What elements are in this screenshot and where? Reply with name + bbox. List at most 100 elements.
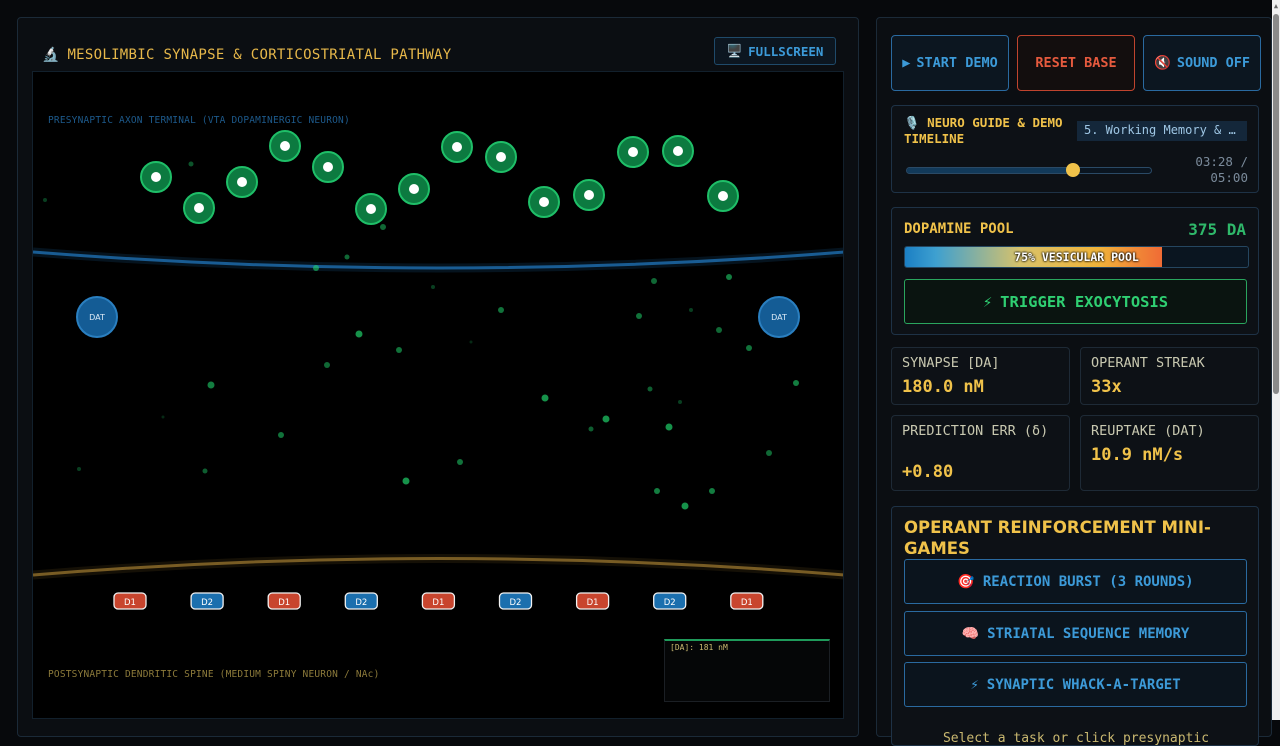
dopamine-particle (636, 313, 642, 319)
start-demo-label: START DEMO (916, 54, 998, 71)
dopamine-particle (665, 423, 673, 431)
trigger-exocytosis-button[interactable]: ⚡ TRIGGER EXOCYTOSIS (904, 279, 1247, 324)
stat-synapse-da: SYNAPSE [DA] 180.0 nM (891, 347, 1070, 405)
vesicle (528, 186, 560, 218)
dopamine-particle (469, 340, 473, 344)
postsynaptic-membrane-glow (33, 554, 843, 580)
concentration-readout: [DA]: 181 nM (664, 639, 830, 702)
whack-a-target-button[interactable]: ⚡ SYNAPTIC WHACK-A-TARGET (904, 662, 1247, 707)
sound-label: SOUND OFF (1176, 54, 1250, 71)
guide-card: 🎙️ NEURO GUIDE & DEMO TIMELINE 5. Workin… (891, 105, 1259, 193)
guide-title: 🎙️ NEURO GUIDE & DEMO TIMELINE (904, 115, 1063, 147)
scroll-up-arrow[interactable]: ▲ (1272, 0, 1280, 12)
page-scrollbar[interactable]: ▲ (1272, 0, 1280, 720)
stat-label: REUPTAKE (DAT) (1091, 423, 1205, 439)
vesicle (707, 180, 739, 212)
reset-base-label: RESET BASE (1035, 54, 1117, 71)
dopamine-particle (654, 488, 660, 494)
dopamine-particle (278, 432, 284, 438)
dopamine-particle (396, 347, 402, 353)
timeline-progress (907, 168, 1073, 173)
game-label: SYNAPTIC WHACK-A-TARGET (986, 676, 1181, 693)
lightning-icon: ⚡ (970, 676, 979, 693)
fullscreen-button[interactable]: 🖥️ FULLSCREEN (714, 37, 836, 65)
vesicle (140, 161, 172, 193)
stat-value: 180.0 nM (902, 377, 984, 397)
dopamine-particle (766, 450, 772, 456)
timeline-thumb[interactable] (1065, 163, 1080, 177)
receptor-d2: D2 (344, 592, 378, 610)
dopamine-particles (43, 161, 799, 510)
top-controls: ▶ START DEMO RESET BASE 🔇 SOUND OFF (891, 35, 1261, 91)
reset-base-button[interactable]: RESET BASE (1017, 35, 1135, 91)
readout-text: [DA]: 181 nM (670, 643, 728, 652)
dat-transporter: DAT (76, 296, 118, 338)
timeline-slider[interactable] (906, 163, 1152, 177)
dopamine-particle (498, 307, 504, 313)
reaction-burst-button[interactable]: 🎯 REACTION BURST (3 ROUNDS) (904, 559, 1247, 604)
dopamine-particle (324, 362, 330, 368)
dopamine-particle (746, 345, 752, 351)
dat-label: DAT (89, 313, 105, 322)
stat-value: +0.80 (902, 462, 954, 482)
receptor-label: D1 (432, 598, 444, 608)
dopamine-transporters: DAT DAT (76, 296, 800, 338)
microphone-icon: 🎙️ (904, 115, 920, 130)
dopamine-particle (726, 274, 732, 280)
presynaptic-label: PRESYNAPTIC AXON TERMINAL (VTA DOPAMINER… (48, 115, 350, 126)
receptor-d2: D2 (653, 592, 687, 610)
dopamine-particle (207, 381, 215, 389)
receptor-label: D2 (664, 598, 676, 608)
start-demo-button[interactable]: ▶ START DEMO (891, 35, 1009, 91)
stat-operant-streak: OPERANT STREAK 33x (1080, 347, 1259, 405)
monitor-icon: 🖥️ (726, 43, 743, 58)
dopamine-particle (651, 278, 657, 284)
dopamine-particle (541, 394, 549, 402)
dopamine-particle (647, 386, 653, 392)
vesicle (226, 166, 258, 198)
chapter-select[interactable]: 5. Working Memory & Striatal Gating (1077, 121, 1247, 141)
sequence-memory-button[interactable]: 🧠 STRIATAL SEQUENCE MEMORY (904, 611, 1247, 656)
receptor-d1: D1 (113, 592, 147, 610)
receptors: D1 D2 D1 D2 D1 D2 D1 D2 D1 (113, 592, 764, 610)
panel-header: 🔬 MESOLIMBIC SYNAPSE & CORTICOSTRIATAL P… (42, 42, 822, 68)
receptor-d1: D1 (421, 592, 456, 610)
dopamine-particle (588, 426, 594, 432)
stat-value: 10.9 nM/s (1091, 445, 1184, 465)
play-icon: ▶ (902, 54, 911, 71)
games-title: OPERANT REINFORCEMENT MINI-GAMES (904, 518, 1211, 559)
receptor-d2: D2 (498, 592, 533, 610)
scroll-thumb[interactable] (1273, 14, 1279, 394)
stat-reuptake: REUPTAKE (DAT) 10.9 nM/s (1080, 415, 1259, 491)
receptor-d1: D1 (730, 592, 764, 610)
vesicle (441, 131, 473, 163)
trigger-label: TRIGGER EXOCYTOSIS (1000, 292, 1169, 311)
dopamine-particle (313, 265, 319, 271)
vesicle (269, 130, 301, 162)
dopamine-particle (793, 380, 799, 386)
receptor-d1: D1 (267, 592, 301, 610)
vesicle (183, 192, 215, 224)
dopamine-particle (431, 285, 435, 289)
dopamine-particle (161, 415, 165, 419)
stat-value: 33x (1091, 377, 1122, 397)
vesicle (312, 151, 344, 183)
receptor-label: D2 (510, 598, 522, 608)
vesicle (355, 193, 387, 225)
dat-transporter: DAT (758, 296, 800, 338)
dopamine-particle (689, 308, 693, 312)
postsynaptic-label: POSTSYNAPTIC DENDRITIC SPINE (MEDIUM SPI… (48, 669, 380, 680)
pool-value: 375 DA (1188, 220, 1246, 239)
pool-bar-text: 75% VESICULAR POOL (1014, 250, 1139, 264)
brain-icon: 🧠 (961, 625, 980, 642)
dopamine-particle (380, 224, 386, 230)
control-panel: ▶ START DEMO RESET BASE 🔇 SOUND OFF 🎙️ NEU… (876, 17, 1272, 746)
dopamine-particle (188, 161, 194, 167)
microscope-icon: 🔬 (42, 47, 60, 63)
pool-bar: 75% VESICULAR POOL (904, 246, 1249, 268)
sound-toggle-button[interactable]: 🔇 SOUND OFF (1143, 35, 1261, 91)
receptor-label: D2 (201, 598, 213, 608)
vesicle (573, 179, 605, 211)
synapse-panel: 🔬 MESOLIMBIC SYNAPSE & CORTICOSTRIATAL P… (17, 17, 859, 737)
synapse-canvas[interactable]: DAT DAT D1 D2 D1 D2 D1 D2 D1 D2 D1 PRESYNAPTIC AX… (32, 71, 844, 719)
